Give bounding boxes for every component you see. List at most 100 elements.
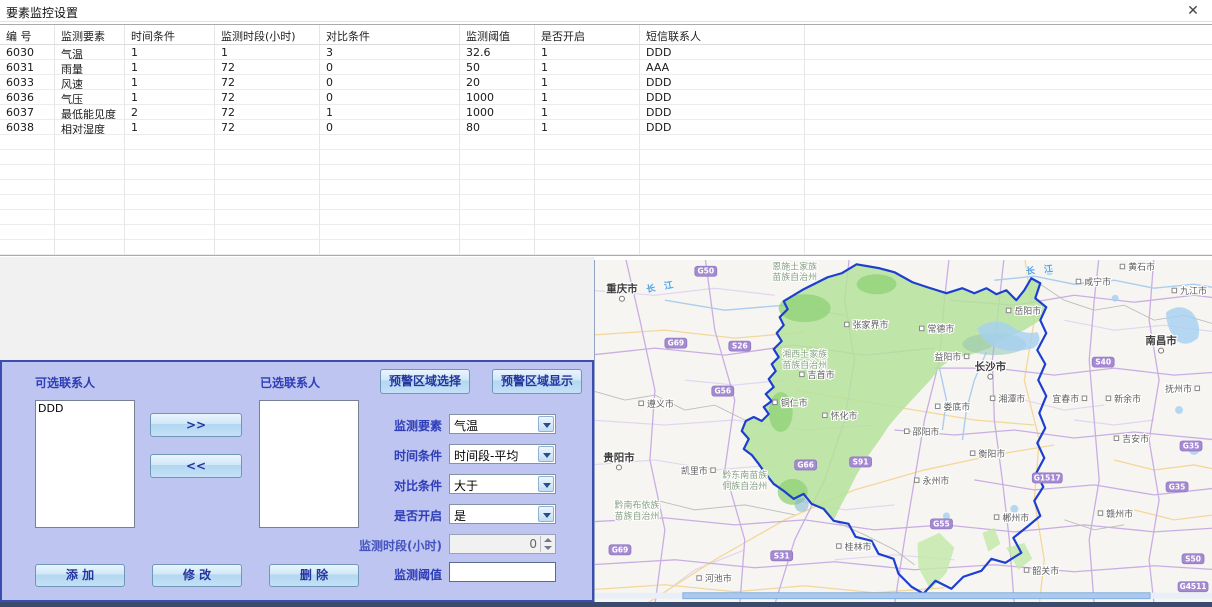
chevron-down-icon[interactable]: [538, 446, 554, 462]
table-cell: 72: [215, 120, 320, 135]
city-marker-icon: [711, 468, 715, 472]
table-cell: [535, 150, 640, 165]
available-contacts-label: 可选联系人: [35, 374, 95, 391]
column-header[interactable]: 监测时段(小时): [215, 25, 320, 45]
city-label: 岳阳市: [1014, 305, 1041, 317]
column-header[interactable]: 是否开启: [535, 25, 640, 45]
table-cell: 1: [215, 45, 320, 60]
table-cell: 72: [215, 60, 320, 75]
table-cell: [320, 165, 460, 180]
table-cell: [55, 225, 125, 240]
city-marker-icon: [1024, 568, 1028, 572]
table-row[interactable]: [0, 135, 1212, 150]
city-label: 贵阳市: [603, 451, 635, 464]
table-cell: 0: [320, 90, 460, 105]
table-cell: 6037: [0, 105, 55, 120]
city-marker-icon: [639, 401, 643, 405]
column-header[interactable]: 编 号: [0, 25, 55, 45]
spinner-arrows-icon[interactable]: [540, 536, 554, 552]
road-badge-label: G69: [668, 339, 685, 348]
city-label: 衡阳市: [978, 448, 1005, 460]
chevron-down-icon[interactable]: [538, 506, 554, 522]
table-cell: [125, 165, 215, 180]
table-cell: 50: [460, 60, 535, 75]
table-row[interactable]: 6036气压172010001DDD: [0, 90, 1212, 105]
chevron-down-icon[interactable]: [538, 476, 554, 492]
city-label: 黄石市: [1128, 261, 1155, 273]
table-row[interactable]: 6033风速1720201DDD: [0, 75, 1212, 90]
table-row[interactable]: [0, 210, 1212, 225]
table-row[interactable]: [0, 150, 1212, 165]
map-view[interactable]: G50G69S26G56S40G35G35G1517G66S91G55S31G6…: [594, 260, 1212, 602]
column-header[interactable]: 短信联系人: [640, 25, 805, 45]
table-cell: 2: [125, 105, 215, 120]
table-cell: [215, 240, 320, 255]
table-cell: 32.6: [460, 45, 535, 60]
road-badge-label: S26: [732, 342, 748, 351]
table-row[interactable]: [0, 195, 1212, 210]
table-row[interactable]: 6031雨量1720501AAA: [0, 60, 1212, 75]
table-row[interactable]: 6037最低能见度272110001DDD: [0, 105, 1212, 120]
selected-contacts-listbox[interactable]: [259, 400, 359, 528]
column-header[interactable]: 对比条件: [320, 25, 460, 45]
table-cell: [125, 150, 215, 165]
city-label: 邵阳市: [912, 426, 939, 438]
add-button[interactable]: 添 加: [35, 564, 125, 587]
table-row[interactable]: 6030气温11332.61DDD: [0, 45, 1212, 60]
city-marker-icon: [823, 413, 827, 417]
table-cell: [215, 210, 320, 225]
column-header[interactable]: [805, 25, 1212, 45]
element-combo[interactable]: 气温: [449, 414, 556, 434]
road-badge-label: G50: [698, 267, 715, 276]
enabled-combo[interactable]: 是: [449, 504, 556, 524]
warning-area-display-button[interactable]: 预警区域显示: [492, 369, 582, 394]
table-cell: [55, 195, 125, 210]
table-row[interactable]: [0, 225, 1212, 240]
table-cell: 0: [320, 60, 460, 75]
table-cell: 1: [125, 75, 215, 90]
table-row[interactable]: [0, 180, 1212, 195]
city-marker-icon: [773, 400, 777, 404]
city-marker-icon: [800, 372, 804, 376]
road-badge-label: S50: [1185, 554, 1201, 563]
table-cell: [0, 210, 55, 225]
modify-button[interactable]: 修 改: [152, 564, 242, 587]
column-header[interactable]: 监测阈值: [460, 25, 535, 45]
table-cell: 1: [125, 90, 215, 105]
table-cell: [805, 75, 1212, 90]
close-icon[interactable]: ✕: [1184, 2, 1202, 20]
time-condition-combo[interactable]: 时间段-平均: [449, 444, 556, 464]
warning-patch-blue: [795, 498, 809, 512]
table-cell: AAA: [640, 60, 805, 75]
threshold-input[interactable]: [449, 562, 556, 582]
city-marker-icon: [619, 296, 624, 301]
city-label: 抚州市: [1165, 383, 1192, 395]
city-marker-icon: [697, 576, 701, 580]
table-cell: [805, 105, 1212, 120]
table-row[interactable]: [0, 165, 1212, 180]
delete-button[interactable]: 删 除: [269, 564, 359, 587]
move-right-button[interactable]: >>: [150, 413, 242, 437]
column-header[interactable]: 监测要素: [55, 25, 125, 45]
table-cell: [215, 180, 320, 195]
table-cell: [805, 240, 1212, 255]
city-marker-icon: [919, 326, 923, 330]
move-left-button[interactable]: <<: [150, 454, 242, 478]
warning-area-select-button[interactable]: 预警区域选择: [380, 369, 470, 394]
compare-condition-combo[interactable]: 大于: [449, 474, 556, 494]
city-marker-icon: [990, 396, 994, 400]
available-contacts-listbox[interactable]: DDD: [35, 400, 135, 528]
chevron-down-icon[interactable]: [538, 416, 554, 432]
table-row[interactable]: [0, 240, 1212, 255]
map-scrollbar-thumb[interactable]: [683, 593, 1150, 599]
table-cell: 6033: [0, 75, 55, 90]
column-header[interactable]: 时间条件: [125, 25, 215, 45]
table-cell: [640, 135, 805, 150]
threshold-label: 监测阈值: [358, 566, 442, 583]
table-row[interactable]: 6038相对湿度1720801DDD: [0, 120, 1212, 135]
city-marker-icon: [904, 429, 908, 433]
period-hours-spinner[interactable]: 0: [449, 534, 556, 554]
table-cell: 最低能见度: [55, 105, 125, 120]
city-marker-icon: [1082, 396, 1086, 400]
list-item[interactable]: DDD: [36, 401, 134, 416]
